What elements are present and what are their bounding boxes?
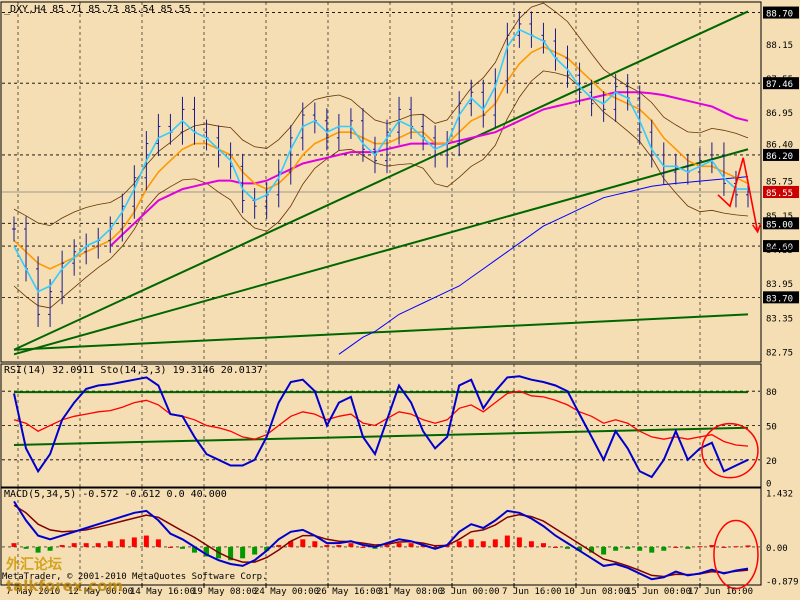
watermark-cn: 外汇论坛 xyxy=(6,556,62,573)
axis-tick-label: 85.00 xyxy=(766,220,793,230)
time-label: 14 May 16:00 xyxy=(130,587,195,597)
macd-histogram-bar xyxy=(468,539,474,547)
axis-tick-label: 50 xyxy=(766,423,777,433)
axis-tick-label: 87.46 xyxy=(766,80,793,90)
macd-histogram-bar xyxy=(504,535,510,547)
time-label: 26 May 16:00 xyxy=(316,587,381,597)
axis-tick-label: 83.35 xyxy=(766,314,793,324)
macd-histogram-bar xyxy=(396,543,402,547)
time-label: 31 May 08:00 xyxy=(378,587,443,597)
macd-histogram-bar xyxy=(613,546,619,551)
axis-tick-label: 83.95 xyxy=(766,280,793,290)
axis-tick-label: 88.15 xyxy=(766,41,793,51)
macd-histogram-bar xyxy=(119,539,125,547)
macd-histogram-bar xyxy=(131,537,137,547)
macd-histogram-bar xyxy=(11,543,17,547)
time-label: 19 May 08:00 xyxy=(192,587,257,597)
macd-histogram-bar xyxy=(83,543,89,547)
time-label: 24 May 00:00 xyxy=(254,587,319,597)
price-axis: 88.7088.1587.5587.4686.9586.4086.2085.75… xyxy=(762,0,800,600)
macd-histogram-bar xyxy=(324,545,330,547)
macd-histogram-bar xyxy=(625,546,631,549)
macd-histogram-bar xyxy=(240,546,246,559)
macd-histogram-bar xyxy=(745,545,751,547)
macd-histogram-bar xyxy=(348,543,354,547)
macd-histogram-bar xyxy=(312,541,318,547)
macd-histogram-bar xyxy=(300,539,306,547)
macd-histogram-bar xyxy=(685,546,691,549)
macd-header: MACD(5,34,5) -0.572 -0.612 0.0 40.000 xyxy=(4,489,227,500)
axis-tick-label: 88.70 xyxy=(766,10,793,20)
macd-histogram-bar xyxy=(35,546,41,553)
macd-histogram-bar xyxy=(565,546,571,549)
macd-histogram-bar xyxy=(721,546,727,548)
macd-histogram-bar xyxy=(601,546,607,555)
macd-histogram-bar xyxy=(661,546,667,551)
macd-histogram-bar xyxy=(23,546,29,549)
time-label: 7 Jun 16:00 xyxy=(502,587,562,597)
symbol-header: _DXY,H4 85.71 85.73 85.54 85.55 xyxy=(4,4,191,15)
macd-histogram-bar xyxy=(167,546,173,548)
chart-window: 88.7088.1587.5587.4686.9586.4086.2085.75… xyxy=(0,0,800,600)
macd-histogram-bar xyxy=(733,546,739,548)
macd-histogram-bar xyxy=(492,539,498,547)
time-label: 17 Jun 16:00 xyxy=(688,587,753,597)
macd-histogram-bar xyxy=(360,546,366,548)
macd-histogram-bar xyxy=(95,543,101,547)
axis-tick-label: 84.55 xyxy=(766,246,793,256)
macd-histogram-bar xyxy=(408,543,414,547)
axis-tick-label: 1.432 xyxy=(766,490,793,500)
axis-tick-label: 80 xyxy=(766,388,777,398)
macd-histogram-bar xyxy=(456,541,462,547)
macd-histogram-bar xyxy=(697,546,703,548)
axis-tick-label: 86.20 xyxy=(766,152,793,162)
macd-histogram-bar xyxy=(540,543,546,547)
axis-tick-label: 86.95 xyxy=(766,109,793,119)
axis-tick-label: 82.75 xyxy=(766,348,793,358)
dxy-chart: 88.7088.1587.5587.4686.9586.4086.2085.75… xyxy=(0,0,800,600)
axis-tick-label: 20 xyxy=(766,457,777,467)
macd-histogram-bar xyxy=(59,545,65,547)
macd-histogram-bar xyxy=(47,546,53,551)
macd-histogram-bar xyxy=(552,546,558,548)
macd-histogram-bar xyxy=(179,546,185,549)
macd-histogram-bar xyxy=(637,546,643,551)
time-label: 3 Jun 00:00 xyxy=(440,587,500,597)
macd-histogram-bar xyxy=(673,546,679,548)
macd-histogram-bar xyxy=(155,539,161,547)
axis-tick-label: -0.879 xyxy=(766,577,799,587)
macd-histogram-bar xyxy=(252,546,258,555)
macd-histogram-bar xyxy=(480,541,486,547)
time-label: 15 Jun 00:00 xyxy=(626,587,691,597)
macd-histogram-bar xyxy=(107,541,113,547)
macd-histogram-bar xyxy=(528,541,534,547)
axis-tick-label: 83.70 xyxy=(766,294,793,304)
axis-tick-label: 0.00 xyxy=(766,544,788,554)
rsi-header: RSI(14) 32.0911 Sto(14,3,3) 19.3146 20.0… xyxy=(4,365,263,376)
macd-histogram-bar xyxy=(649,546,655,553)
macd-histogram-bar xyxy=(384,545,390,547)
macd-histogram-bar xyxy=(71,543,77,547)
macd-histogram-bar xyxy=(516,537,522,547)
macd-histogram-bar xyxy=(143,535,149,547)
current-price-label: 85.55 xyxy=(766,189,793,199)
time-label: 10 Jun 08:00 xyxy=(564,587,629,597)
macd-histogram-bar xyxy=(709,545,715,547)
watermark-text: talkforex.com xyxy=(6,577,123,595)
macd-histogram-bar xyxy=(276,545,282,547)
macd-histogram-bar xyxy=(336,545,342,547)
axis-tick-label: 0 xyxy=(766,480,771,490)
